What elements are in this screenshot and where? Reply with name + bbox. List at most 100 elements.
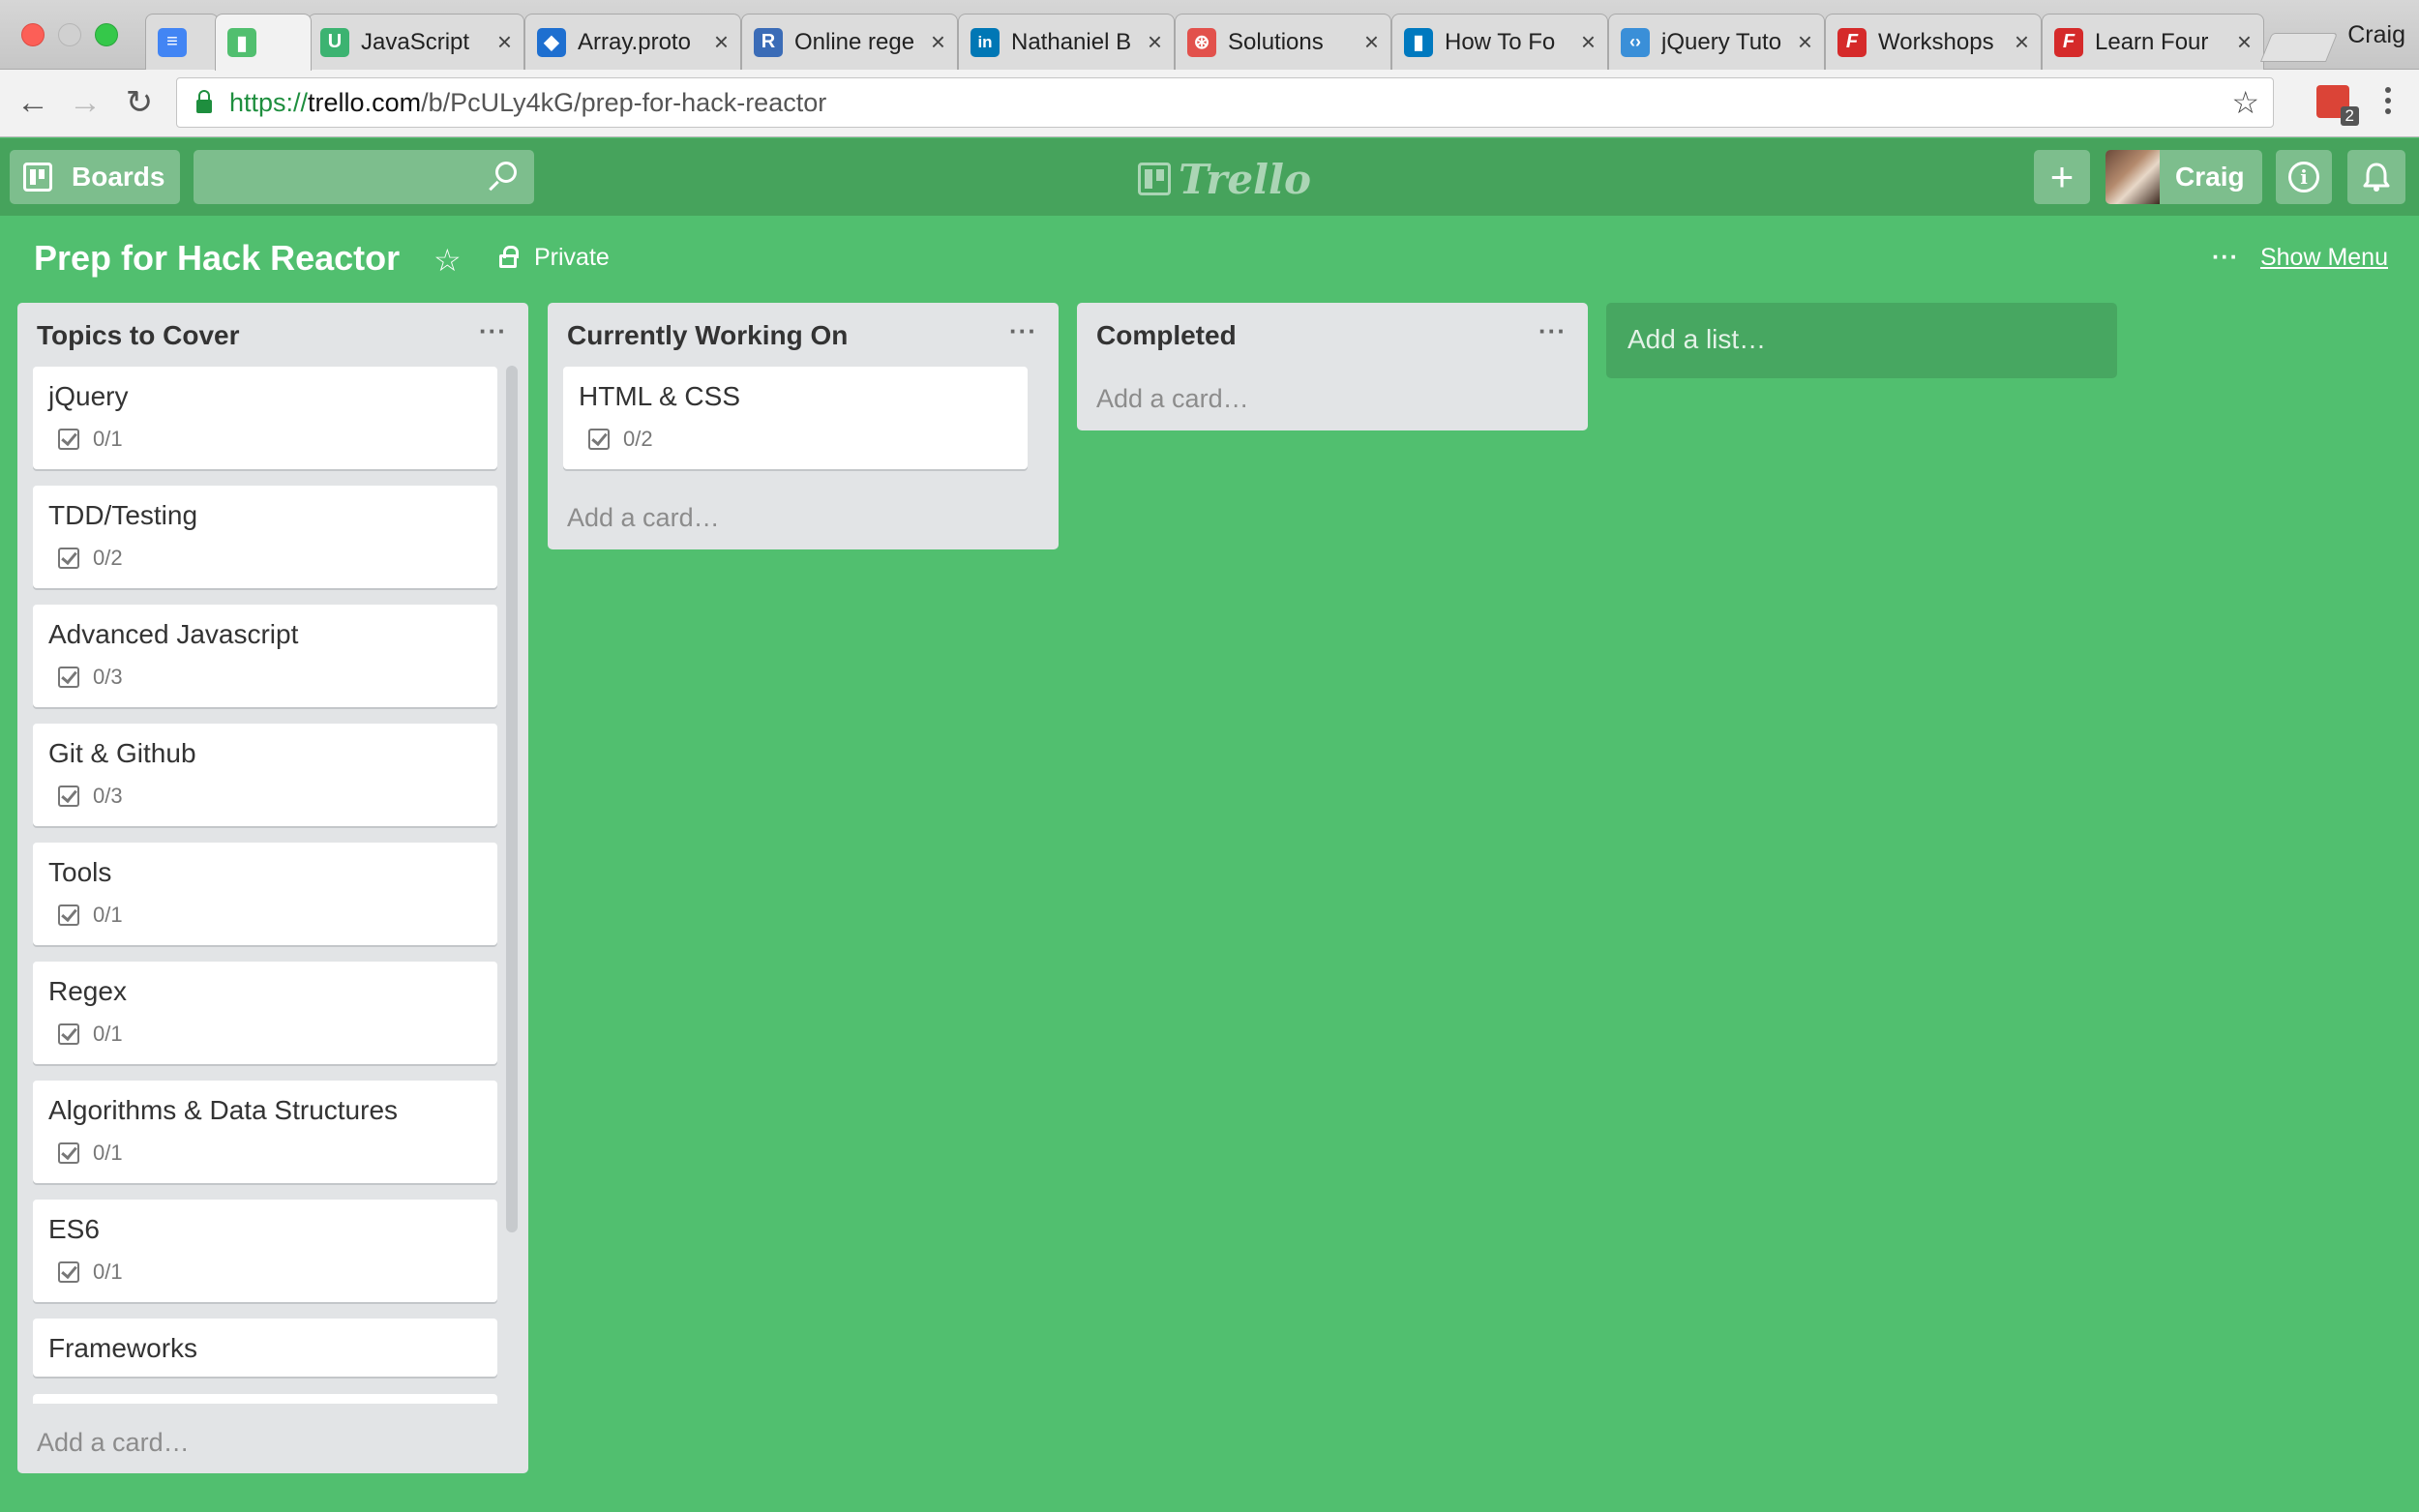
list-menu-icon[interactable]: ···	[1538, 316, 1567, 346]
checklist-icon	[58, 1023, 79, 1045]
browser-tab[interactable]: ‹› jQuery Tuto ×	[1608, 14, 1825, 70]
checklist-badge: 0/1	[58, 1022, 123, 1047]
browser-toolbar: ← → ↻ https://trello.com/b/PcULy4kG/prep…	[0, 70, 2419, 137]
search-input[interactable]	[194, 150, 534, 204]
add-card-button[interactable]: Add a card…	[1096, 384, 1249, 414]
checklist-icon	[58, 1261, 79, 1283]
udemy-icon: U	[320, 27, 349, 57]
card-title: jQuery	[48, 381, 129, 411]
show-menu-button[interactable]: ··· Show Menu	[2212, 244, 2388, 272]
list-card[interactable]: Regex 0/1	[33, 962, 497, 1064]
tab-label: Array.proto	[578, 28, 691, 55]
info-button[interactable]: i	[2276, 150, 2332, 204]
list-card[interactable]: jQuery 0/1	[33, 367, 497, 469]
close-tab-icon[interactable]: ×	[1581, 27, 1596, 57]
card-title: ES6	[48, 1214, 100, 1244]
list-card[interactable]: Algorithms & Data Structures 0/1	[33, 1081, 497, 1183]
browser-tab[interactable]: U JavaScript ×	[308, 14, 524, 70]
browser-menu-icon[interactable]	[2376, 79, 2400, 122]
visibility-button[interactable]: Private	[499, 244, 610, 272]
close-window-button[interactable]	[21, 23, 45, 46]
show-menu-label: Show Menu	[2259, 244, 2388, 271]
maximize-window-button[interactable]	[95, 23, 118, 46]
close-tab-icon[interactable]: ×	[2015, 27, 2029, 57]
list-title[interactable]: Currently Working On	[567, 320, 848, 351]
member-menu-button[interactable]: Craig	[2105, 150, 2262, 204]
browser-tab[interactable]: R Online rege ×	[741, 14, 958, 70]
close-tab-icon[interactable]: ×	[931, 27, 945, 57]
list-card[interactable]: Advanced Javascript 0/3	[33, 605, 497, 707]
list-card[interactable]: Git & Github 0/3	[33, 724, 497, 826]
browser-tab[interactable]: ≡	[145, 14, 219, 70]
forward-arrow-icon[interactable]: →	[64, 81, 106, 124]
list-card[interactable]: Tools 0/1	[33, 843, 497, 945]
reload-icon[interactable]: ↻	[118, 81, 161, 124]
star-board-icon[interactable]: ☆	[433, 242, 462, 279]
browser-profile-name[interactable]: Craig	[2347, 21, 2405, 49]
trello-logo[interactable]: Trello	[1138, 156, 1311, 203]
card-title: Advanced Javascript	[48, 619, 299, 649]
add-card-button[interactable]: Add a card…	[37, 1428, 190, 1458]
mdn-icon: ◆	[537, 27, 566, 57]
browser-tab-active[interactable]: ▮	[215, 14, 312, 71]
browser-tab[interactable]: F Workshops ×	[1825, 14, 2042, 70]
close-tab-icon[interactable]: ×	[1798, 27, 1812, 57]
frontend-masters-icon: F	[2054, 27, 2083, 57]
tab-label: Workshops	[1878, 28, 1994, 55]
close-tab-icon[interactable]: ×	[1148, 27, 1162, 57]
list-card[interactable]: HTML & CSS 0/2	[563, 367, 1028, 469]
back-arrow-icon[interactable]: ←	[12, 81, 54, 124]
trello-icon: ▮	[1404, 27, 1433, 57]
list-card[interactable]: ES6 0/1	[33, 1200, 497, 1302]
list-title[interactable]: Topics to Cover	[37, 320, 240, 351]
trello-icon: ▮	[227, 28, 256, 57]
checklist-icon	[588, 429, 610, 450]
list-title[interactable]: Completed	[1096, 320, 1237, 351]
checklist-icon	[58, 667, 79, 688]
card-title: Git & Github	[48, 738, 196, 768]
add-list-label: Add a list…	[1628, 324, 1767, 354]
jquery-code-icon: ‹›	[1621, 27, 1650, 57]
add-button[interactable]: +	[2034, 150, 2090, 204]
url-text: https://trello.com/b/PcULy4kG/prep-for-h…	[229, 87, 827, 117]
checklist-badge: 0/1	[58, 1141, 123, 1166]
browser-tab[interactable]: F Learn Four ×	[2042, 14, 2264, 70]
checklist-badge: 0/3	[58, 784, 123, 809]
search-icon[interactable]	[495, 162, 517, 183]
close-tab-icon[interactable]: ×	[714, 27, 729, 57]
visibility-label: Private	[534, 244, 610, 271]
add-list-button[interactable]: Add a list…	[1606, 303, 2117, 378]
calendar-extension-icon[interactable]: 2	[2316, 85, 2359, 126]
lock-icon	[499, 245, 519, 268]
minimize-window-button[interactable]	[58, 23, 81, 46]
add-card-button[interactable]: Add a card…	[567, 503, 720, 533]
checklist-badge: 0/2	[58, 546, 123, 571]
boards-button[interactable]: Boards	[10, 150, 180, 204]
info-icon: i	[2288, 162, 2319, 193]
notifications-button[interactable]	[2347, 150, 2405, 204]
close-tab-icon[interactable]: ×	[497, 27, 512, 57]
checklist-badge: 0/1	[58, 903, 123, 928]
frontend-masters-icon: F	[1837, 27, 1867, 57]
list-card-partial[interactable]	[33, 1394, 497, 1404]
close-tab-icon[interactable]: ×	[1364, 27, 1379, 57]
board-title[interactable]: Prep for Hack Reactor	[34, 238, 400, 279]
extension-badge: 2	[2340, 106, 2359, 126]
close-tab-icon[interactable]: ×	[2237, 27, 2252, 57]
list-card[interactable]: Frameworks	[33, 1319, 497, 1377]
browser-tab[interactable]: ▮ How To Fo ×	[1391, 14, 1608, 70]
tab-label: Online rege	[794, 28, 915, 55]
list-card[interactable]: TDD/Testing 0/2	[33, 486, 497, 588]
browser-tab[interactable]: ◆ Array.proto ×	[524, 14, 741, 70]
tab-label: Learn Four	[2095, 28, 2209, 55]
browser-tab[interactable]: in Nathaniel B ×	[958, 14, 1175, 70]
browser-tab[interactable]: ⊛ Solutions ×	[1175, 14, 1391, 70]
bookmark-star-icon[interactable]: ☆	[2231, 84, 2259, 121]
checklist-icon	[58, 786, 79, 807]
list-scrollbar[interactable]	[506, 366, 518, 1232]
list-menu-icon[interactable]: ···	[479, 316, 507, 346]
address-bar[interactable]: https://trello.com/b/PcULy4kG/prep-for-h…	[176, 77, 2274, 128]
list-topics-to-cover: Topics to Cover ··· jQuery 0/1 TDD/Testi…	[17, 303, 528, 1473]
list-menu-icon[interactable]: ···	[1009, 316, 1037, 346]
new-tab-button[interactable]	[2259, 33, 2339, 62]
